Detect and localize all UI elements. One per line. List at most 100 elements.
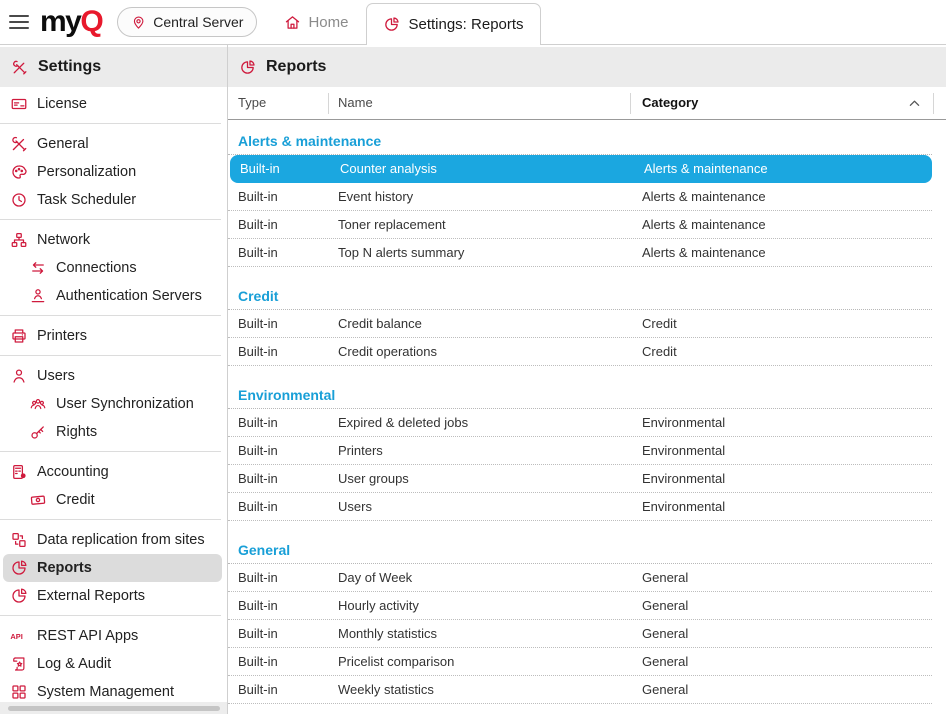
- sidebar-item-rest-api-apps[interactable]: API REST API Apps: [0, 622, 227, 650]
- sidebar-item-authentication-servers[interactable]: Authentication Servers: [0, 282, 227, 310]
- report-type: Built-in: [228, 316, 338, 331]
- report-type: Built-in: [228, 682, 338, 697]
- sidebar-divider: [0, 519, 221, 520]
- sidebar-item-task-scheduler[interactable]: Task Scheduler: [0, 186, 227, 214]
- tab-settings-reports[interactable]: Settings: Reports: [366, 3, 540, 45]
- sidebar-item-printers[interactable]: Printers: [0, 322, 227, 350]
- central-server-button[interactable]: Central Server: [117, 7, 257, 37]
- report-type: Built-in: [230, 161, 340, 176]
- report-row[interactable]: Built-in Credit operations Credit: [228, 338, 932, 366]
- central-server-label: Central Server: [153, 14, 243, 30]
- report-category: General: [642, 598, 932, 613]
- group-rows: Built-in Credit balance Credit Built-in …: [228, 310, 946, 366]
- sidebar-item-license[interactable]: License: [0, 90, 227, 118]
- key-icon: [29, 423, 47, 441]
- column-header-name[interactable]: Name: [338, 87, 373, 119]
- report-row[interactable]: Built-in Expired & deleted jobs Environm…: [228, 409, 932, 437]
- report-row[interactable]: Built-in Top N alerts summary Alerts & m…: [228, 239, 932, 267]
- report-group: Credit Built-in Credit balance Credit Bu…: [228, 288, 946, 366]
- sidebar-item-reports[interactable]: Reports: [3, 554, 222, 582]
- report-type: Built-in: [228, 443, 338, 458]
- sidebar-item-label: Task Scheduler: [37, 192, 136, 208]
- group-title: Alerts & maintenance: [228, 133, 932, 155]
- tab-settings-reports-label: Settings: Reports: [408, 16, 523, 33]
- group-title: Credit: [228, 288, 932, 310]
- license-card-icon: [10, 95, 28, 113]
- sidebar-item-label: User Synchronization: [56, 396, 194, 412]
- report-type: Built-in: [228, 598, 338, 613]
- report-row[interactable]: Built-in Day of Week General: [228, 564, 932, 592]
- group-rows: Built-in Counter analysis Alerts & maint…: [228, 155, 946, 267]
- scrollbar-thumb[interactable]: [8, 706, 220, 711]
- sidebar-item-general[interactable]: General: [0, 130, 227, 158]
- sidebar-item-label: General: [37, 136, 89, 152]
- sidebar-item-label: Credit: [56, 492, 95, 508]
- report-row[interactable]: Built-in Weekly statistics General: [228, 676, 932, 704]
- report-type: Built-in: [228, 471, 338, 486]
- myq-logo: myQ: [40, 7, 102, 37]
- report-category: General: [642, 570, 932, 585]
- sidebar-item-log-audit[interactable]: Log & Audit: [0, 650, 227, 678]
- sidebar-item-data-replication[interactable]: Data replication from sites: [0, 526, 227, 554]
- sidebar-item-user-synchronization[interactable]: User Synchronization: [0, 390, 227, 418]
- column-header-category[interactable]: Category: [642, 87, 698, 119]
- report-name: Day of Week: [338, 570, 642, 585]
- report-type: Built-in: [228, 654, 338, 669]
- sidebar-item-personalization[interactable]: Personalization: [0, 158, 227, 186]
- reports-table: Alerts & maintenance Built-in Counter an…: [228, 120, 946, 714]
- sidebar-item-rights[interactable]: Rights: [0, 418, 227, 446]
- sidebar-horizontal-scrollbar[interactable]: [0, 702, 227, 714]
- report-category: Alerts & maintenance: [642, 245, 932, 260]
- report-row[interactable]: Built-in Counter analysis Alerts & maint…: [230, 155, 932, 183]
- palette-icon: [10, 163, 28, 181]
- tab-home[interactable]: Home: [278, 14, 354, 31]
- report-row[interactable]: Built-in Users Environmental: [228, 493, 932, 521]
- pie-chart-icon: [239, 59, 256, 76]
- location-pin-icon: [131, 15, 146, 30]
- sidebar-item-label: Network: [37, 232, 90, 248]
- group-title: General: [228, 542, 932, 564]
- home-icon: [284, 14, 301, 31]
- sidebar-item-credit[interactable]: Credit: [0, 486, 227, 514]
- sidebar-item-external-reports[interactable]: External Reports: [0, 582, 227, 610]
- report-row[interactable]: Built-in Credit balance Credit: [228, 310, 932, 338]
- report-row[interactable]: Built-in User groups Environmental: [228, 465, 932, 493]
- report-row[interactable]: Built-in Printers Environmental: [228, 437, 932, 465]
- report-category: Environmental: [642, 471, 932, 486]
- report-row[interactable]: Built-in Event history Alerts & maintena…: [228, 183, 932, 211]
- sidebar-item-label: System Management: [37, 684, 174, 700]
- sidebar-divider: [0, 315, 221, 316]
- report-group: General Built-in Day of Week General Bui…: [228, 542, 946, 704]
- reports-header: Reports: [228, 47, 946, 87]
- group-title: Environmental: [228, 387, 932, 409]
- sidebar-item-label: Connections: [56, 260, 137, 276]
- sidebar-item-label: Accounting: [37, 464, 109, 480]
- logo-text-my: my: [40, 5, 80, 38]
- column-separator: [933, 93, 934, 114]
- sidebar-item-accounting[interactable]: Accounting: [0, 458, 227, 486]
- report-category: Environmental: [642, 415, 932, 430]
- sort-ascending-icon[interactable]: [909, 99, 920, 107]
- sidebar-title: Settings: [38, 58, 101, 76]
- report-name: Event history: [338, 189, 642, 204]
- sidebar-divider: [0, 219, 221, 220]
- report-row[interactable]: Built-in Monthly statistics General: [228, 620, 932, 648]
- top-bar: myQ Central Server Home Settings: Report…: [0, 0, 946, 45]
- column-header-type[interactable]: Type: [238, 87, 266, 119]
- hamburger-menu-icon[interactable]: [9, 11, 29, 33]
- printer-icon: [10, 327, 28, 345]
- report-type: Built-in: [228, 245, 338, 260]
- servers-sync-icon: [10, 531, 28, 549]
- sidebar-item-network[interactable]: Network: [0, 226, 227, 254]
- sidebar-item-label: External Reports: [37, 588, 145, 604]
- reports-panel: Reports Type Name Category Alerts & main…: [228, 45, 946, 714]
- group-rows: Built-in Day of Week General Built-in Ho…: [228, 564, 946, 704]
- sidebar-divider: [0, 615, 221, 616]
- sidebar-item-connections[interactable]: Connections: [0, 254, 227, 282]
- report-row[interactable]: Built-in Toner replacement Alerts & main…: [228, 211, 932, 239]
- sidebar-item-users[interactable]: Users: [0, 362, 227, 390]
- report-row[interactable]: Built-in Pricelist comparison General: [228, 648, 932, 676]
- report-row[interactable]: Built-in Hourly activity General: [228, 592, 932, 620]
- report-group: Environmental Built-in Expired & deleted…: [228, 387, 946, 521]
- report-type: Built-in: [228, 415, 338, 430]
